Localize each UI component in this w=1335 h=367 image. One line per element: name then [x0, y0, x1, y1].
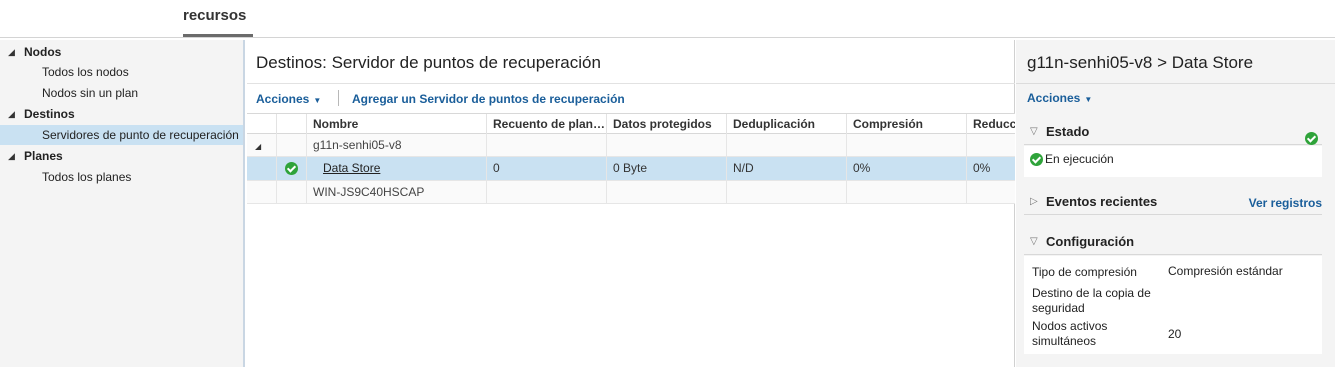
cell-reduction: 0% — [973, 161, 991, 175]
caret-down-icon: ▼ — [1084, 95, 1093, 104]
check-circle-icon — [1030, 153, 1043, 167]
col-header-deduplicacion[interactable]: Deduplicación — [727, 114, 847, 134]
section-eventos-header[interactable]: ▷ Eventos recientes Ver registros — [1024, 189, 1322, 215]
tab-recursos[interactable]: recursos — [183, 7, 246, 24]
cell-empty — [967, 134, 1015, 156]
cell-empty — [967, 181, 1015, 203]
col-header-compresion[interactable]: Compresión — [847, 114, 967, 134]
cell-name[interactable]: Data Store — [307, 157, 487, 180]
details-panel: g11n-senhi05-v8 > Data Store Acciones ▼ ▽… — [1016, 40, 1335, 367]
toolbar-separator — [338, 90, 339, 106]
divider — [1016, 83, 1335, 84]
active-tab-indicator — [183, 34, 253, 37]
chevron-down-icon[interactable]: ▽ — [1030, 119, 1038, 145]
expand-triangle-icon[interactable]: ◢ — [247, 134, 277, 156]
view-logs-link[interactable]: Ver registros — [1249, 190, 1322, 216]
nav-group-destinos[interactable]: ◢ Destinos — [0, 104, 243, 124]
section-title: Eventos recientes — [1046, 194, 1158, 209]
cell-empty — [487, 134, 607, 156]
cell-empty — [607, 181, 727, 203]
section-configuracion-header[interactable]: ▽ Configuración — [1024, 229, 1322, 255]
destinations-panel: Destinos: Servidor de puntos de recupera… — [247, 40, 1015, 367]
section-estado-body: En ejecución — [1024, 146, 1322, 177]
cell-dedup: N/D — [727, 157, 847, 180]
cell-empty — [847, 181, 967, 203]
collapse-triangle-icon[interactable]: ◢ — [8, 104, 15, 124]
config-key: Destino de la copia de seguridad — [1032, 286, 1151, 315]
nav-group-label: Planes — [24, 149, 63, 163]
cell-group-name: WIN-JS9C40HSCAP — [307, 181, 487, 203]
top-tab-bar: recursos — [0, 0, 1335, 38]
section-estado-header[interactable]: ▽ Estado — [1024, 119, 1322, 146]
collapse-triangle-icon[interactable]: ◢ — [8, 42, 15, 62]
col-status — [277, 114, 307, 134]
cell-plan-count: 0 — [487, 157, 607, 180]
actions-menu-button[interactable]: Acciones ▼ — [256, 92, 321, 106]
col-header-reduccion[interactable]: Reducc — [967, 114, 1015, 134]
caret-down-icon: ▼ — [313, 96, 322, 105]
chevron-down-icon[interactable]: ▽ — [1030, 229, 1038, 255]
col-header-datos-protegidos[interactable]: Datos protegidos — [607, 114, 727, 134]
data-store-link[interactable]: Data Store — [323, 161, 380, 175]
check-circle-icon — [277, 157, 307, 180]
nav-item-todos-los-nodos[interactable]: Todos los nodos — [0, 62, 243, 82]
grid-header: Nombre Recuento de plan… Datos protegido… — [247, 113, 1015, 134]
config-value: 20 — [1168, 327, 1182, 341]
divider — [247, 83, 1015, 84]
status-line: En ejecución — [1030, 152, 1114, 167]
left-navigation-tree: ◢ Nodos Todos los nodos Nodos sin un pla… — [0, 40, 245, 367]
cell-empty — [247, 181, 277, 203]
nav-item-nodos-sin-plan[interactable]: Nodos sin un plan — [0, 83, 243, 103]
col-header-recuento[interactable]: Recuento de plan… — [487, 114, 607, 134]
cell-empty — [727, 181, 847, 203]
nav-group-planes[interactable]: ◢ Planes — [0, 146, 243, 166]
cell-compression: 0% — [847, 157, 967, 180]
status-text: En ejecución — [1045, 152, 1114, 166]
nav-item-todos-los-planes[interactable]: Todos los planes — [0, 167, 243, 187]
add-recovery-server-button[interactable]: Agregar un Servidor de puntos de recuper… — [352, 92, 625, 106]
details-title: g11n-senhi05-v8 > Data Store — [1027, 53, 1254, 72]
config-key: Nodos activos simultáneos — [1032, 319, 1108, 348]
table-row-group[interactable]: ◢ g11n-senhi05-v8 — [247, 134, 1015, 157]
details-actions-menu-button[interactable]: Acciones ▼ — [1027, 91, 1092, 105]
cell-empty — [727, 134, 847, 156]
page-title: Destinos: Servidor de puntos de recupera… — [256, 53, 601, 72]
col-header-nombre[interactable]: Nombre — [307, 114, 487, 134]
config-value: Compresión estándar — [1168, 264, 1283, 278]
cell-empty — [247, 157, 277, 180]
cell-empty — [277, 181, 307, 203]
cell-status — [277, 134, 307, 156]
collapse-triangle-icon[interactable]: ◢ — [8, 146, 15, 166]
table-row-data-store[interactable]: Data Store 0 0 Byte N/D 0% 0% — [247, 157, 1015, 181]
cell-group-name: g11n-senhi05-v8 — [307, 134, 487, 156]
col-expander — [247, 114, 277, 134]
section-title: Estado — [1046, 124, 1090, 139]
chevron-right-icon[interactable]: ▷ — [1030, 189, 1038, 215]
cell-empty — [487, 181, 607, 203]
cell-empty — [607, 134, 727, 156]
actions-label: Acciones — [1027, 91, 1081, 105]
actions-label: Acciones — [256, 92, 310, 106]
config-key: Tipo de compresión — [1032, 265, 1137, 279]
nav-group-label: Nodos — [24, 45, 62, 59]
section-title: Configuración — [1046, 234, 1135, 249]
section-configuracion-body: Tipo de compresión Compresión estándar D… — [1024, 256, 1322, 354]
nav-group-nodos[interactable]: ◢ Nodos — [0, 42, 243, 62]
nav-item-servidores-punto-recuperacion[interactable]: Servidores de punto de recuperación — [0, 125, 243, 145]
cell-empty — [847, 134, 967, 156]
nav-group-label: Destinos — [24, 107, 75, 121]
cell-protected-data: 0 Byte — [607, 157, 727, 180]
grid-toolbar: Acciones ▼ Agregar un Servidor de puntos … — [247, 87, 1015, 111]
table-row-group[interactable]: WIN-JS9C40HSCAP — [247, 181, 1015, 204]
